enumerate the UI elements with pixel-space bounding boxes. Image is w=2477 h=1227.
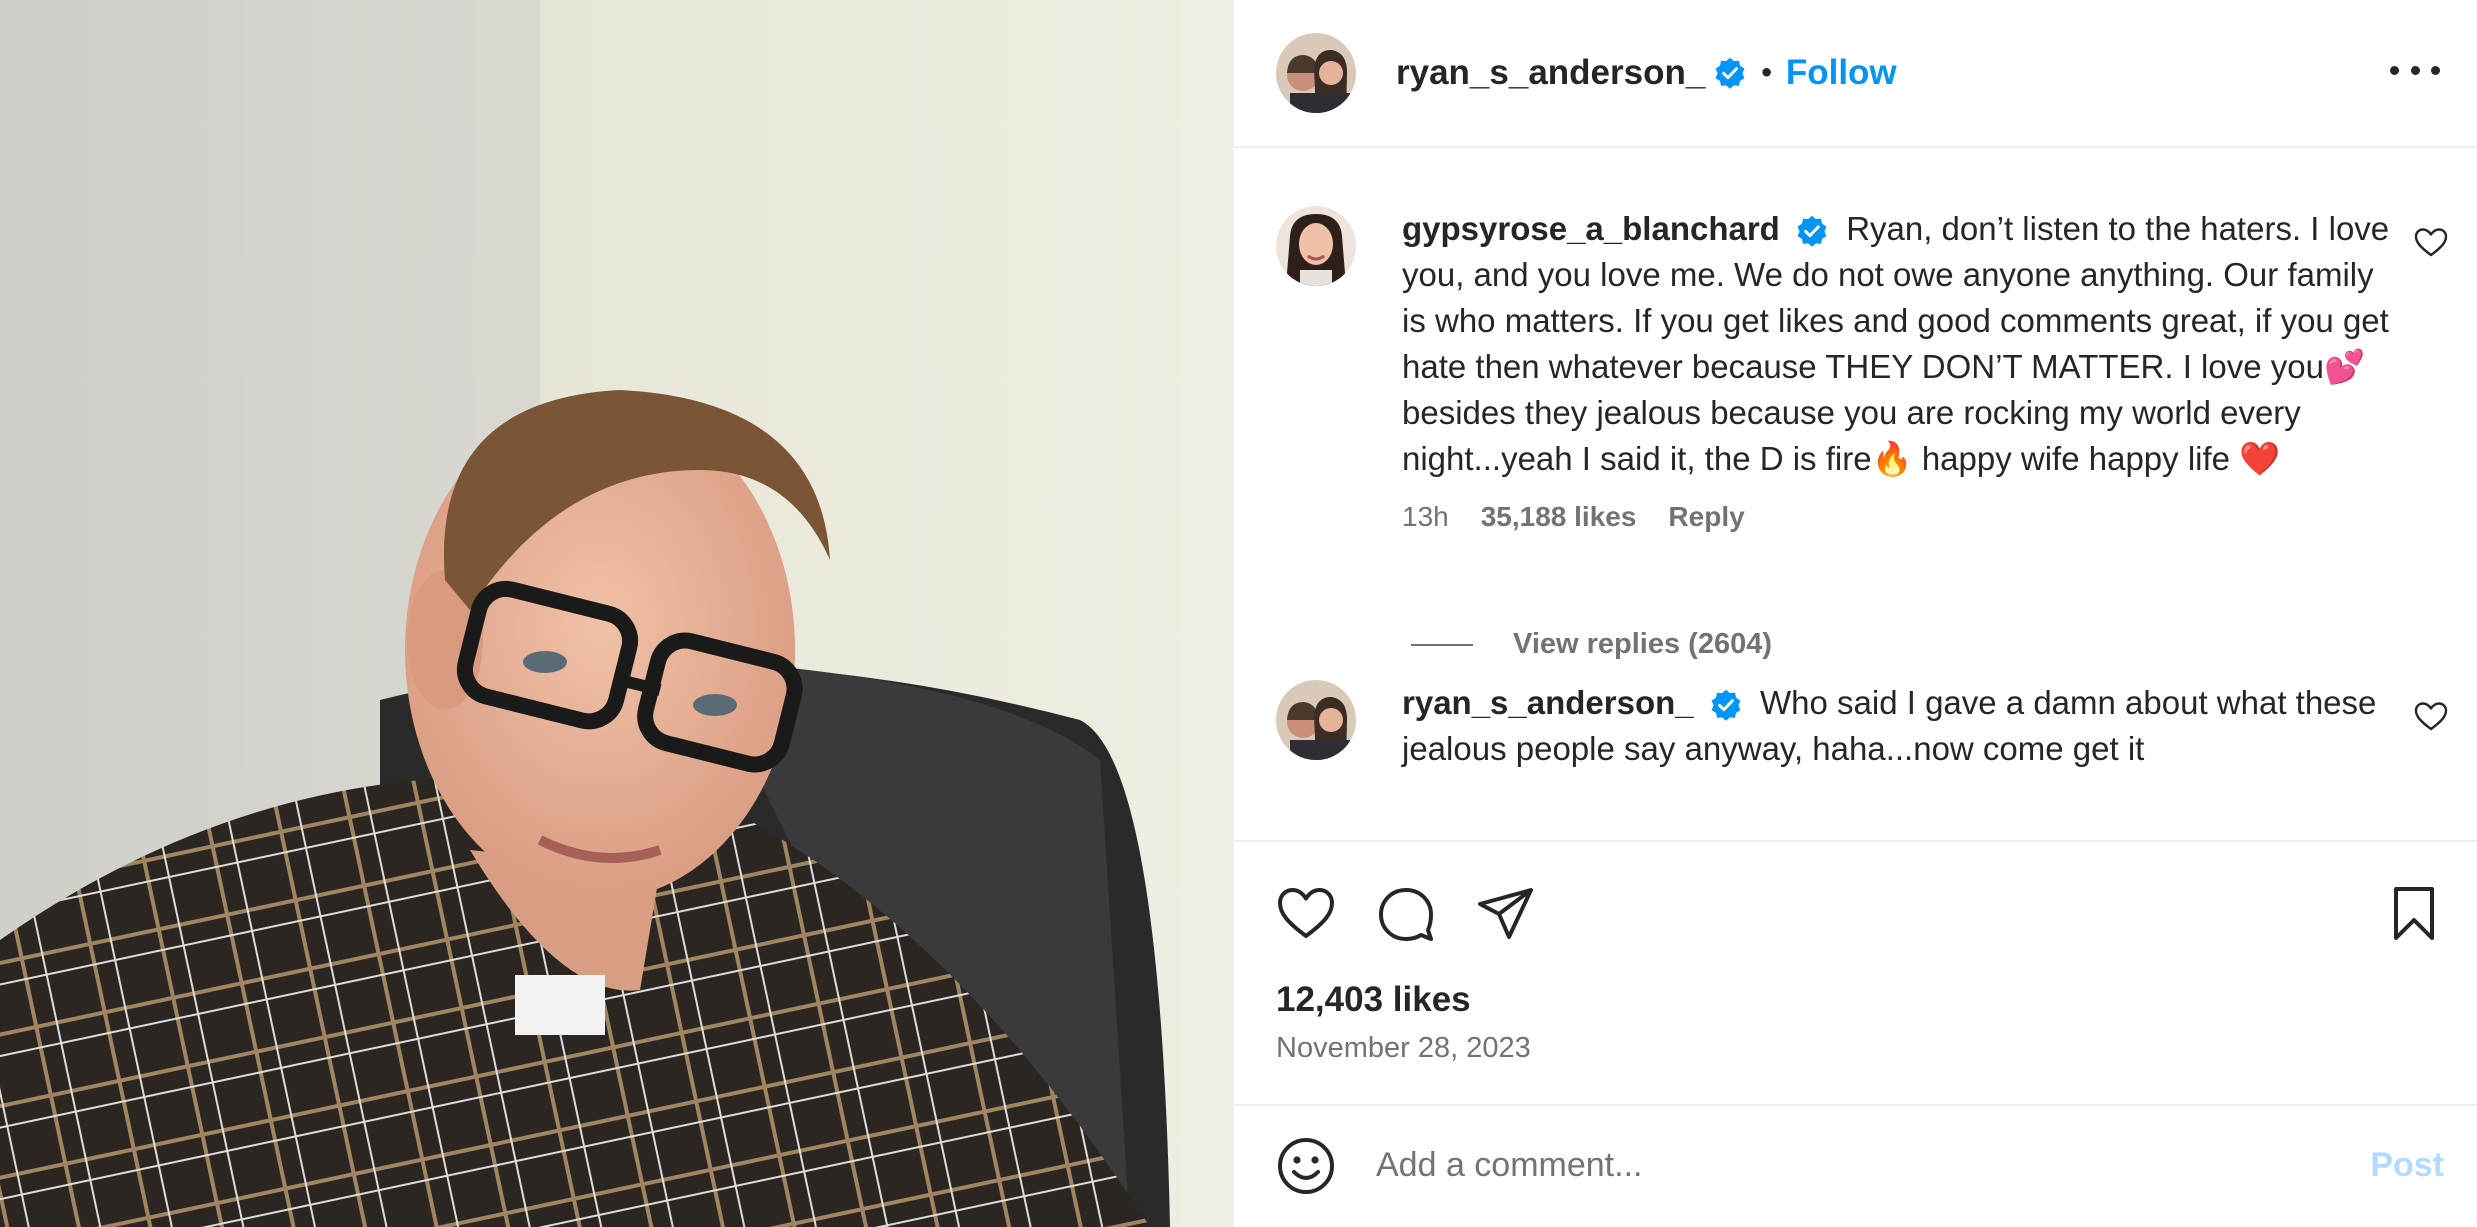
emoji-icon[interactable]	[1276, 1136, 1336, 1196]
avatar[interactable]	[1276, 680, 1356, 760]
verified-badge-icon	[1713, 56, 1747, 90]
like-comment-heart-icon[interactable]	[2414, 700, 2448, 734]
save-bookmark-icon[interactable]	[2384, 884, 2444, 944]
reply-button[interactable]: Reply	[1668, 494, 1744, 540]
post-likes-count[interactable]: 12,403 likes	[1276, 980, 1471, 1020]
more-options-icon[interactable]	[2390, 50, 2440, 90]
view-replies-label: View replies (2604)	[1513, 628, 1773, 660]
avatar-woman-photo	[1276, 206, 1356, 286]
like-heart-icon[interactable]	[1276, 884, 1336, 944]
post-author-username[interactable]: ryan_s_anderson_	[1396, 53, 1705, 93]
avatar-couple-photo	[1276, 33, 1356, 113]
comments-list[interactable]: gypsyrose_a_blanchard Ryan, don’t listen…	[1234, 148, 2477, 840]
view-replies-button[interactable]: View replies (2604)	[1411, 628, 1772, 661]
post-actions: 12,403 likes November 28, 2023	[1234, 840, 2477, 1106]
follow-button[interactable]: Follow	[1786, 53, 1897, 93]
comment-username[interactable]: ryan_s_anderson_	[1402, 684, 1694, 721]
comment-username[interactable]: gypsyrose_a_blanchard	[1402, 210, 1780, 247]
post-header: ryan_s_anderson_ • Follow	[1234, 0, 2477, 148]
share-paper-plane-icon[interactable]	[1476, 884, 1536, 944]
avatar[interactable]	[1276, 206, 1356, 286]
like-comment-heart-icon[interactable]	[2414, 226, 2448, 260]
comment-time: 13h	[1402, 501, 1449, 532]
post-photo[interactable]	[0, 0, 1233, 1227]
comment-item: gypsyrose_a_blanchard Ryan, don’t listen…	[1276, 148, 2477, 540]
post-comment-button[interactable]: Post	[2370, 1146, 2444, 1185]
verified-badge-icon	[1709, 688, 1743, 722]
avatar[interactable]	[1276, 33, 1356, 113]
post-date: November 28, 2023	[1276, 1032, 1531, 1064]
verified-badge-icon	[1795, 214, 1829, 248]
replies-divider	[1411, 643, 1473, 646]
post-panel: ryan_s_anderson_ • Follow gypsyrose_a_bl…	[1233, 0, 2477, 1227]
avatar-couple-photo	[1276, 680, 1356, 760]
comment-likes[interactable]: 35,188 likes	[1481, 494, 1637, 540]
add-comment-bar: Post	[1234, 1104, 2477, 1227]
separator-dot: •	[1761, 56, 1772, 89]
comment-bubble-icon[interactable]	[1376, 884, 1436, 944]
selfie-photo	[0, 0, 1233, 1227]
add-comment-input[interactable]	[1374, 1145, 2278, 1186]
comment-item: ryan_s_anderson_ Who said I gave a damn …	[1276, 670, 2477, 772]
comment-text: Ryan, don’t listen to the haters. I love…	[1402, 210, 2390, 477]
